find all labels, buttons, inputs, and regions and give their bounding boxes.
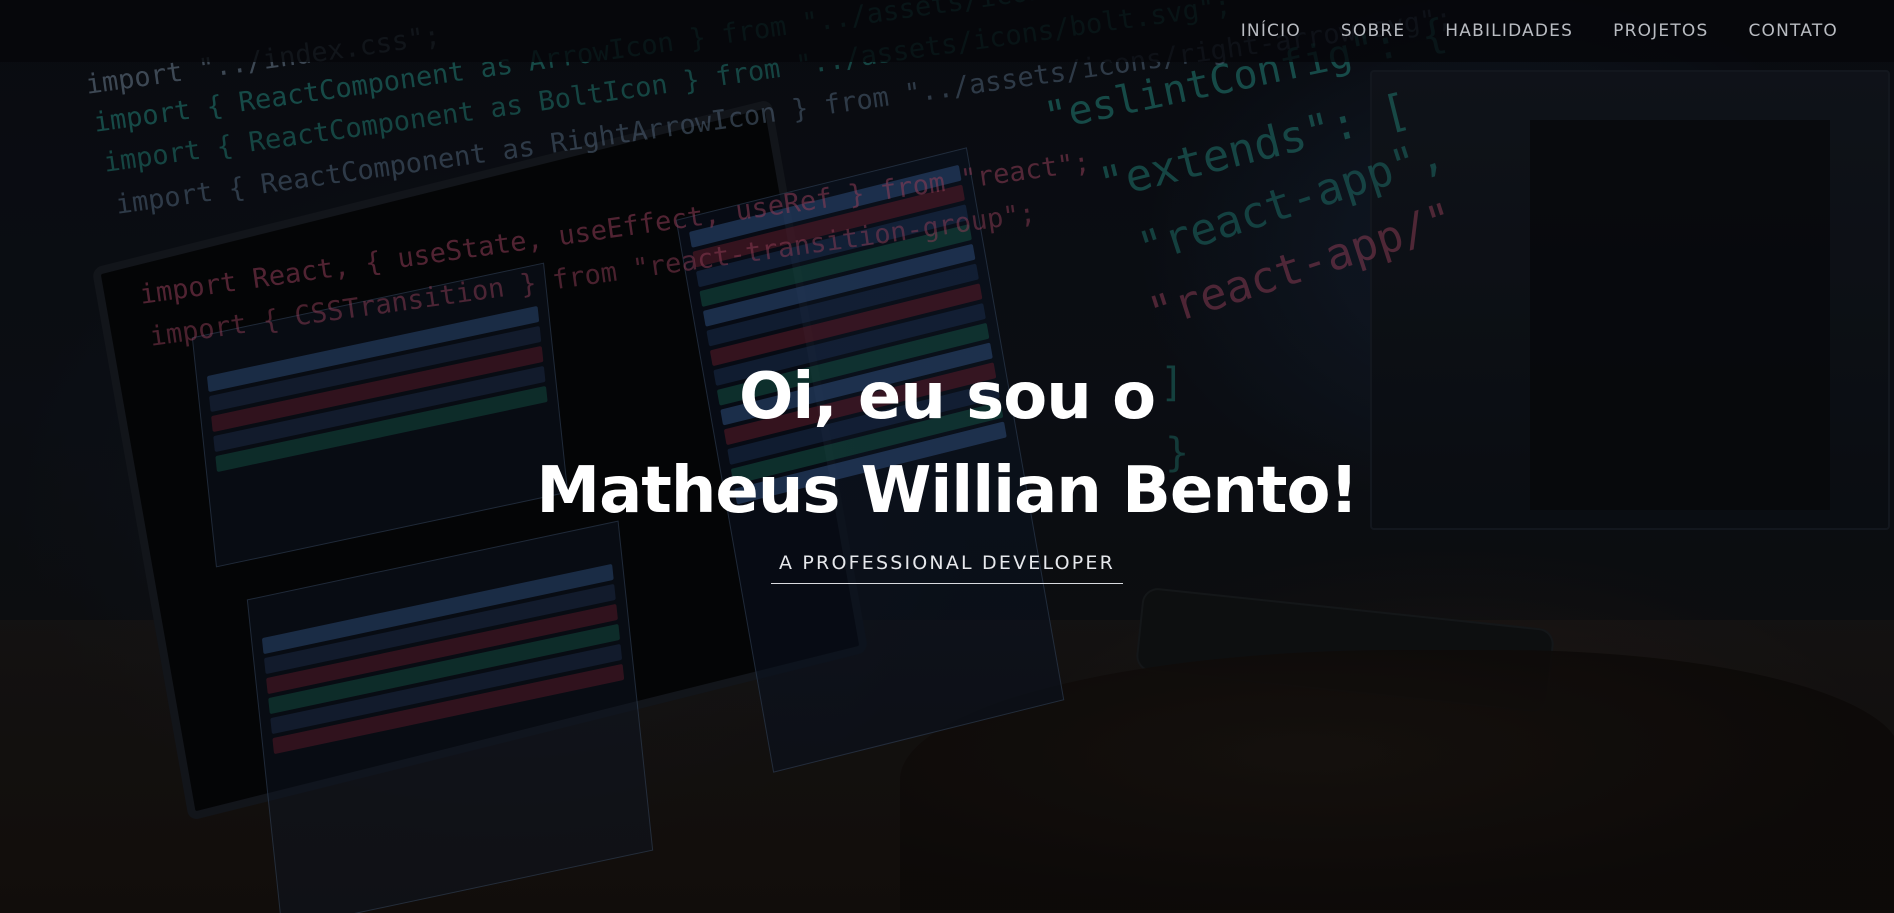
nav-link-inicio[interactable]: INÍCIO [1241,21,1301,41]
hero-greeting: Oi, eu sou o [738,360,1156,434]
nav-link-contato[interactable]: CONTATO [1748,21,1838,41]
hero-section: import "../index.css"; import { ReactCom… [0,0,1894,913]
hero-tagline: A PROFESSIONAL DEVELOPER [770,552,1124,584]
navbar: INÍCIO SOBRE HABILIDADES PROJETOS CONTAT… [0,0,1894,62]
hero-name: Matheus Willian Bento! [536,454,1358,528]
nav-link-sobre[interactable]: SOBRE [1341,21,1405,41]
nav-link-projetos[interactable]: PROJETOS [1613,21,1708,41]
nav-link-habilidades[interactable]: HABILIDADES [1445,21,1573,41]
hero-text: Oi, eu sou o Matheus Willian Bento! A PR… [0,350,1894,584]
